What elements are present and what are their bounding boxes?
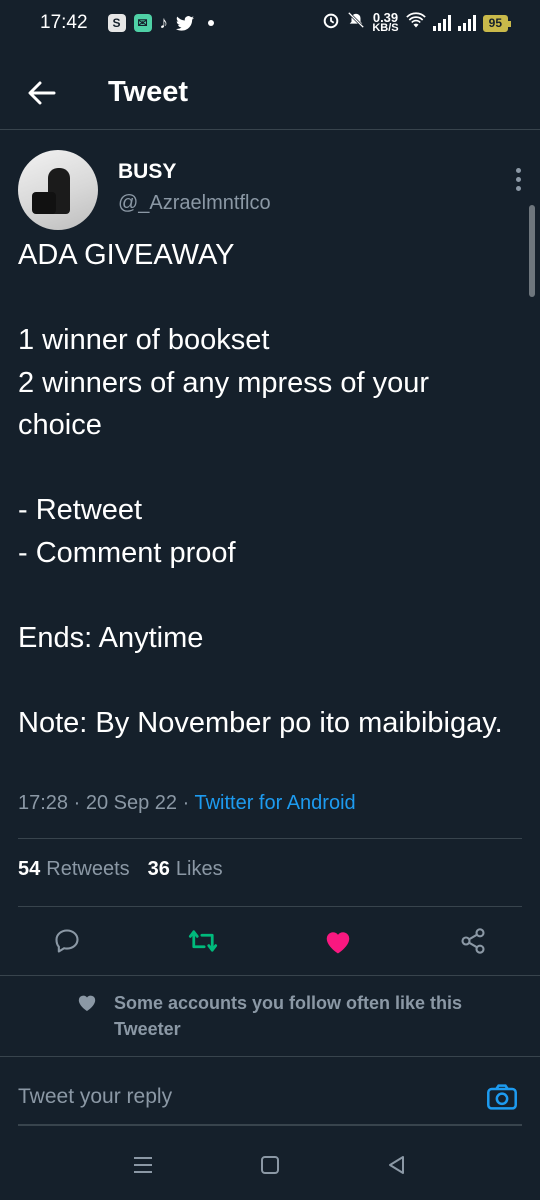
tiktok-icon: ♪ — [159, 13, 169, 32]
display-name[interactable]: BUSY — [118, 160, 271, 184]
divider — [18, 906, 522, 907]
retweets-stat[interactable]: 54 Retweets — [18, 858, 130, 881]
scrollbar[interactable] — [529, 205, 535, 297]
shopee-icon: S — [107, 14, 126, 32]
top-app-bar: Tweet — [0, 56, 540, 130]
messenger-icon: ✉ — [133, 14, 152, 32]
signal-2-icon — [457, 15, 476, 31]
heart-icon — [76, 992, 98, 1014]
meta-separator: · — [182, 792, 195, 814]
tweet-date: 20 Sep 22 — [85, 792, 178, 814]
camera-icon[interactable] — [482, 1077, 522, 1117]
tweet-stats: 54 Retweets 36 Likes — [18, 858, 223, 881]
likes-stat[interactable]: 36 Likes — [148, 858, 223, 881]
share-icon[interactable] — [452, 920, 494, 962]
status-time: 17:42 — [40, 12, 88, 33]
signal-1-icon — [432, 15, 451, 31]
like-heart-icon[interactable] — [317, 920, 359, 962]
back-arrow-icon[interactable] — [20, 71, 64, 115]
divider — [0, 1056, 540, 1057]
network-speed: 0.39 KB/S — [372, 10, 399, 34]
alarm-icon — [322, 11, 340, 35]
reply-icon[interactable] — [46, 920, 88, 962]
retweets-count: 54 — [18, 858, 41, 880]
notification-dot-icon — [208, 20, 215, 26]
divider — [18, 838, 522, 839]
meta-separator: · — [73, 792, 86, 814]
likes-label: Likes — [175, 858, 223, 880]
battery-icon: 95 — [482, 14, 512, 32]
retweet-icon[interactable] — [182, 920, 224, 962]
reply-input[interactable] — [18, 1085, 482, 1109]
recents-menu-icon[interactable] — [123, 1145, 163, 1185]
avatar[interactable] — [18, 150, 98, 230]
wifi-icon — [405, 12, 426, 34]
system-nav-bar — [0, 1130, 540, 1200]
divider — [0, 975, 540, 976]
twitter-icon — [176, 14, 195, 32]
social-context: Some accounts you follow often like this… — [76, 990, 516, 1042]
home-square-icon[interactable] — [250, 1145, 290, 1185]
tweet-source-link[interactable]: Twitter for Android — [194, 792, 355, 814]
tweet-text: ADA GIVEAWAY 1 winner of bookset 2 winne… — [18, 239, 503, 739]
tweet-meta: 17:28 · 20 Sep 22 · Twitter for Android — [18, 792, 356, 815]
back-triangle-icon[interactable] — [377, 1145, 417, 1185]
more-options-icon[interactable] — [508, 150, 528, 230]
reply-composer — [18, 1070, 522, 1126]
user-handle[interactable]: @_Azraelmntflco — [118, 192, 271, 215]
page-title: Tweet — [108, 76, 189, 108]
tweet-actions — [0, 920, 540, 962]
retweets-label: Retweets — [46, 858, 130, 880]
tweet-author: BUSY @_Azraelmntflco — [18, 150, 528, 230]
social-context-text: Some accounts you follow often like this… — [114, 993, 463, 1039]
tweet-time: 17:28 — [18, 792, 69, 814]
likes-count: 36 — [147, 858, 170, 880]
mute-icon — [347, 11, 365, 35]
status-bar: 17:42 S ✉ ♪ 0.39 KB/S 95 — [0, 0, 540, 46]
